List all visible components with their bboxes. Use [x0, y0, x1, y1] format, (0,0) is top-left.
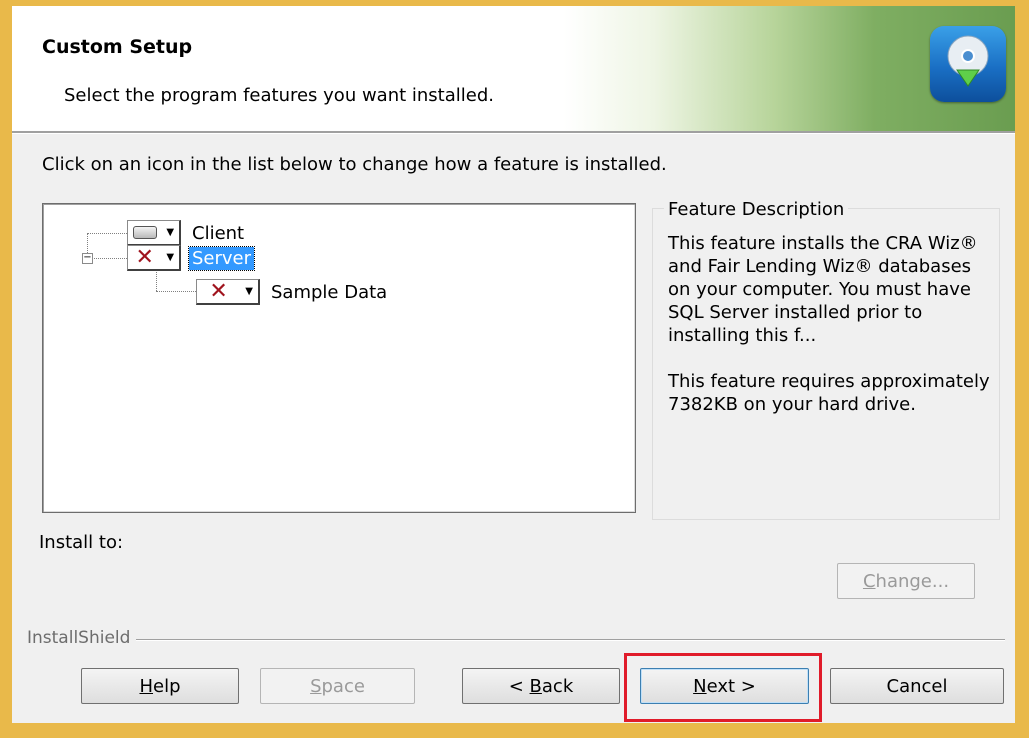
header-banner: Custom Setup Select the program features… [12, 6, 1015, 131]
header-subtitle: Select the program features you want ins… [64, 85, 494, 106]
installshield-brand: InstallShield [27, 628, 137, 648]
space-button[interactable]: Space [260, 668, 415, 704]
tree-connector [87, 233, 127, 234]
hard-drive-icon [128, 222, 161, 244]
feature-state-dropdown[interactable]: ✕ ▼ [196, 279, 260, 305]
feature-description-legend: Feature Description [664, 199, 849, 220]
feature-description-text: This feature installs the CRA Wiz® and F… [668, 232, 998, 416]
back-button[interactable]: < Back [462, 668, 620, 704]
header-divider [12, 131, 1015, 134]
custom-setup-dialog: Custom Setup Select the program features… [12, 6, 1015, 723]
dropdown-arrow-icon: ▼ [166, 227, 175, 238]
tree-item-label[interactable]: Server [187, 245, 256, 271]
dropdown-arrow-icon: ▼ [245, 286, 253, 297]
change-button[interactable]: Change... [837, 563, 975, 599]
header-title: Custom Setup [42, 36, 193, 58]
cancel-button-label: Cancel [886, 675, 948, 697]
cancel-button[interactable]: Cancel [830, 668, 1004, 704]
tree-item-sample-data[interactable]: ✕ ▼ Sample Data [196, 279, 390, 305]
feature-state-dropdown[interactable]: ▼ [127, 220, 181, 246]
dropdown-arrow-icon: ▼ [166, 252, 175, 263]
tree-connector [94, 258, 127, 259]
tree-item-label[interactable]: Client [189, 222, 247, 245]
install-to-label: Install to: [39, 532, 124, 553]
tree-item-label[interactable]: Sample Data [268, 281, 390, 304]
feature-state-dropdown[interactable]: ✕ ▼ [127, 245, 181, 271]
collapse-toggle-icon[interactable]: − [82, 253, 93, 264]
tree-connector [156, 291, 196, 292]
instruction-text: Click on an icon in the list below to ch… [42, 154, 667, 175]
description-paragraph: This feature installs the CRA Wiz® and F… [668, 233, 978, 346]
help-button[interactable]: Help [81, 668, 239, 704]
footer-divider [27, 639, 1005, 641]
tree-connector [156, 270, 157, 291]
tree-item-server[interactable]: ✕ ▼ Server [127, 245, 256, 271]
x-unavailable-icon: ✕ [135, 244, 154, 270]
change-button-label: hange... [875, 570, 950, 592]
next-button-highlight [624, 653, 822, 722]
tree-item-client[interactable]: ▼ Client [127, 220, 247, 246]
setup-disc-icon [930, 26, 1006, 102]
feature-tree[interactable]: − ▼ Client ✕ ▼ Server ✕ ▼ Sample Data [42, 203, 636, 513]
x-unavailable-icon: ✕ [209, 278, 228, 304]
description-paragraph: This feature requires approximately 7382… [668, 371, 990, 415]
